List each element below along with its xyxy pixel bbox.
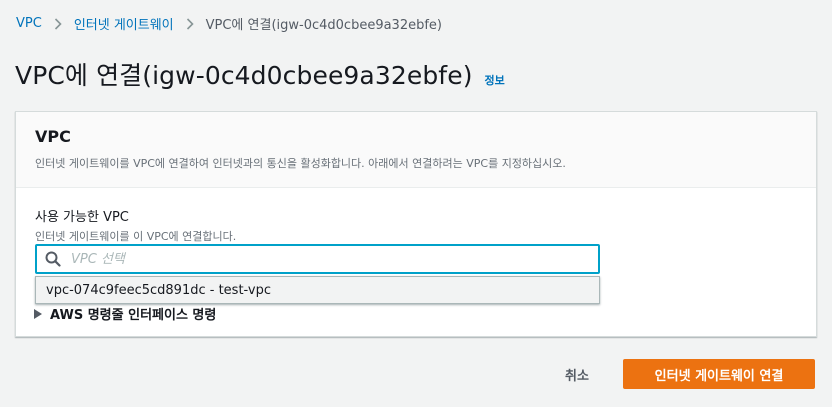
- panel-title: VPC: [35, 127, 71, 146]
- caret-right-icon: [34, 308, 42, 319]
- vpc-select[interactable]: [35, 244, 600, 274]
- vpc-dropdown: vpc-074c9feec5cd891dc - test-vpc: [35, 276, 600, 304]
- breadcrumb-item-current: VPC에 연결(igw-0c4d0cbee9a32ebfe): [205, 18, 442, 33]
- attach-internet-gateway-button[interactable]: 인터넷 게이트웨이 연결: [623, 359, 815, 389]
- vpc-search-input[interactable]: [69, 250, 598, 268]
- breadcrumb: VPC 인터넷 게이트웨이 VPC에 연결(igw-0c4d0cbee9a32e…: [16, 14, 442, 33]
- breadcrumb-item-internet-gateways[interactable]: 인터넷 게이트웨이: [74, 14, 174, 33]
- panel-body: 사용 가능한 VPC 인터넷 게이트웨이를 이 VPC에 연결합니다.: [16, 188, 816, 274]
- chevron-right-icon: [186, 17, 194, 30]
- aws-cli-label: AWS 명령줄 인터페이스 명령: [50, 308, 217, 323]
- available-vpc-label: 사용 가능한 VPC: [35, 210, 129, 225]
- chevron-right-icon: [54, 17, 62, 30]
- panel-description: 인터넷 게이트웨이를 VPC에 연결하여 인터넷과의 통신을 활성화합니다. 아…: [35, 157, 566, 170]
- page-header: VPC에 연결(igw-0c4d0cbee9a32ebfe) 정보: [15, 56, 505, 92]
- vpc-option[interactable]: vpc-074c9feec5cd891dc - test-vpc: [36, 277, 599, 303]
- panel-header: VPC 인터넷 게이트웨이를 VPC에 연결하여 인터넷과의 통신을 활성화합니…: [16, 112, 816, 188]
- available-vpc-description: 인터넷 게이트웨이를 이 VPC에 연결합니다.: [35, 230, 237, 243]
- aws-cli-expander[interactable]: AWS 명령줄 인터페이스 명령: [34, 304, 216, 323]
- breadcrumb-item-vpc[interactable]: VPC: [16, 16, 42, 31]
- page-title: VPC에 연결(igw-0c4d0cbee9a32ebfe): [15, 61, 473, 90]
- search-icon: [45, 251, 61, 267]
- cancel-button[interactable]: 취소: [552, 359, 602, 389]
- info-link[interactable]: 정보: [485, 72, 505, 88]
